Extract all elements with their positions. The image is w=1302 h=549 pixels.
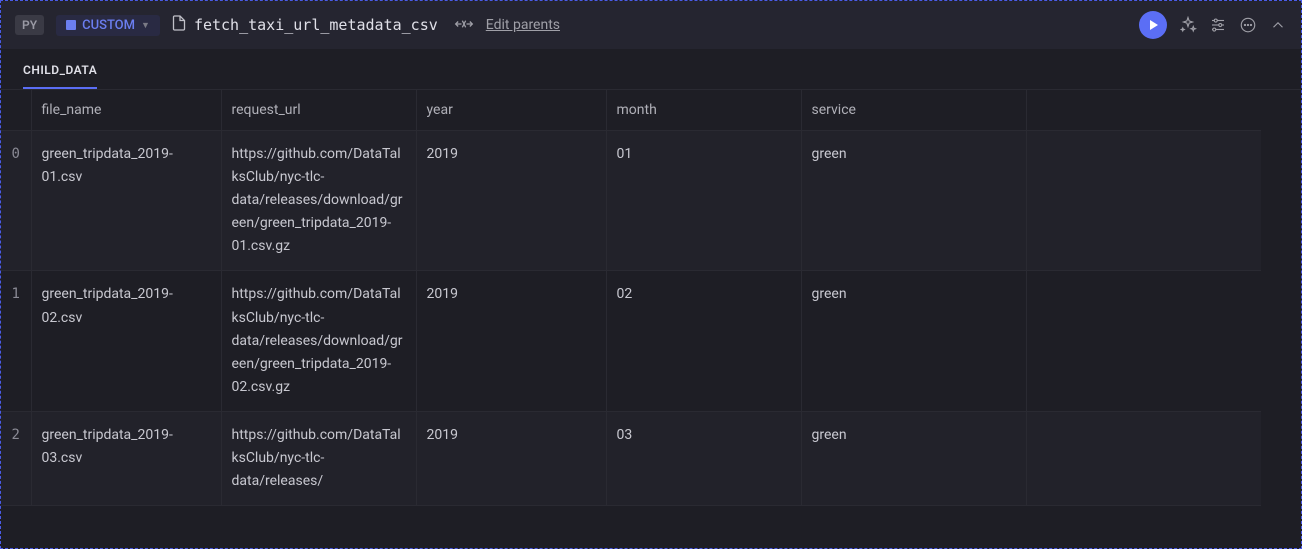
file-icon [172,15,186,35]
file-name-label: fetch_taxi_url_metadata_csv [194,16,438,34]
cell-request-url: https://github.com/DataTalksClub/nyc-tlc… [221,271,416,411]
app-container: PY CUSTOM ▼ fetch_taxi_url_metadata_csv … [0,0,1302,549]
column-month[interactable]: month [606,90,801,131]
run-button[interactable] [1139,11,1167,39]
cell-year: 2019 [416,271,606,411]
more-options-button[interactable] [1239,16,1257,34]
language-badge: PY [15,15,44,35]
cell-file-name: green_tripdata_2019-02.csv [31,271,221,411]
cell-padding [1026,271,1261,411]
square-icon [66,20,76,30]
cell-file-name: green_tripdata_2019-01.csv [31,131,221,271]
column-request-url[interactable]: request_url [221,90,416,131]
cell-request-url: https://github.com/DataTalksClub/nyc-tlc… [221,131,416,271]
cell-service: green [801,271,1026,411]
cell-year: 2019 [416,411,606,505]
tab-bar: CHILD_DATA [1,49,1301,90]
cell-month: 01 [606,131,801,271]
edit-parents-link[interactable]: Edit parents [486,17,560,33]
cell-year: 2019 [416,131,606,271]
ai-sparkle-button[interactable] [1179,16,1197,34]
play-icon [1150,20,1158,30]
table-row[interactable]: 1green_tripdata_2019-02.csvhttps://githu… [1,271,1261,411]
table-row[interactable]: 0green_tripdata_2019-01.csvhttps://githu… [1,131,1261,271]
tab-child-data[interactable]: CHILD_DATA [23,63,97,89]
disconnect-icon[interactable] [454,16,474,35]
table-header-row: file_name request_url year month service [1,90,1261,131]
header-bar: PY CUSTOM ▼ fetch_taxi_url_metadata_csv … [1,1,1301,49]
column-index [1,90,31,131]
block-type-badge[interactable]: CUSTOM ▼ [56,15,160,36]
cell-file-name: green_tripdata_2019-03.csv [31,411,221,505]
chevron-down-icon: ▼ [141,20,150,31]
data-table: file_name request_url year month service… [1,90,1261,506]
column-file-name[interactable]: file_name [31,90,221,131]
cell-service: green [801,131,1026,271]
table-row[interactable]: 2green_tripdata_2019-03.csvhttps://githu… [1,411,1261,505]
collapse-button[interactable] [1269,16,1287,34]
cell-service: green [801,411,1026,505]
cell-index: 1 [1,271,31,411]
cell-index: 2 [1,411,31,505]
settings-sliders-button[interactable] [1209,16,1227,34]
cell-request-url: https://github.com/DataTalksClub/nyc-tlc… [221,411,416,505]
column-service[interactable]: service [801,90,1026,131]
header-actions [1139,11,1287,39]
block-type-label: CUSTOM [82,18,135,33]
file-title-section: fetch_taxi_url_metadata_csv [172,15,438,35]
cell-padding [1026,131,1261,271]
table-container[interactable]: file_name request_url year month service… [1,90,1301,548]
column-padding [1026,90,1261,131]
column-year[interactable]: year [416,90,606,131]
cell-index: 0 [1,131,31,271]
cell-month: 02 [606,271,801,411]
table-body: 0green_tripdata_2019-01.csvhttps://githu… [1,131,1261,506]
cell-month: 03 [606,411,801,505]
cell-padding [1026,411,1261,505]
